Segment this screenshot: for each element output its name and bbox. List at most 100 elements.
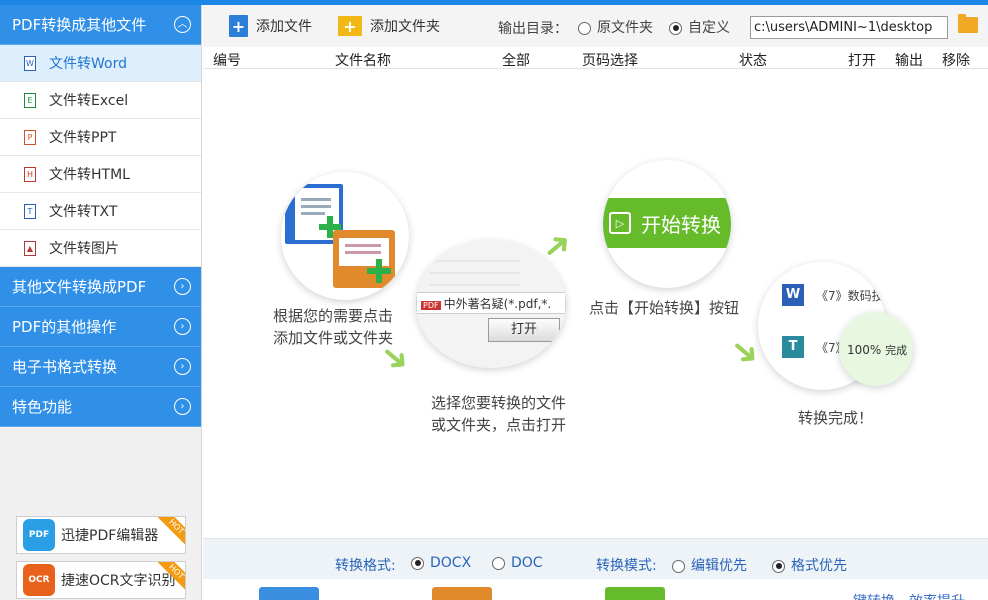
col-number: 编号 [213, 53, 241, 69]
sidebar-item-to-image[interactable]: ▲ 文件转图片 [0, 230, 201, 267]
sidebar-section-pdf-to-other[interactable]: PDF转换成其他文件 ︿ [0, 5, 201, 45]
sidebar-item-to-excel[interactable]: E 文件转Excel [0, 82, 201, 119]
promo-label: 迅捷PDF编辑器 [61, 528, 159, 544]
step1-line2: 添加文件或文件夹 [273, 329, 394, 347]
sidebar-item-label: 文件转图片 [49, 241, 119, 257]
promo-ocr[interactable]: OCR 捷速OCR文字识别 HOT [16, 561, 186, 599]
pdf-file-icon: PDF [421, 301, 441, 310]
mode-edit-radio[interactable]: 编辑优先 [672, 555, 747, 575]
browse-folder-icon[interactable] [958, 14, 978, 33]
col-output: 输出 [895, 53, 923, 69]
sidebar-section-pdf-other-ops[interactable]: PDF的其他操作 › [0, 307, 201, 347]
sidebar-item-label: 文件转Word [49, 56, 127, 72]
format-label: 转换格式: [335, 558, 396, 574]
sidebar-item-label: 文件转Excel [49, 93, 129, 109]
add-file-icon: + [229, 15, 248, 37]
col-filename: 文件名称 [335, 53, 391, 69]
dialog-filename: PDF 中外著名疑(*.pdf,*. [416, 292, 566, 314]
sidebar-section-ebook[interactable]: 电子书格式转换 › [0, 347, 201, 387]
promo-pdf-editor[interactable]: PDF 迅捷PDF编辑器 HOT [16, 516, 186, 554]
col-all[interactable]: 全部 [502, 50, 530, 70]
col-open: 打开 [848, 53, 876, 69]
sidebar-item-label: 文件转PPT [49, 130, 117, 146]
banner-convert-icon [605, 587, 665, 600]
sidebar-item-to-txt[interactable]: T 文件转TXT [0, 193, 201, 230]
start-button-text: 开始转换 [641, 212, 721, 237]
output-path-input[interactable] [750, 16, 948, 39]
add-folder-icon: + [338, 16, 362, 36]
step4-text: 转换完成！ [798, 409, 874, 427]
ocr-logo-icon: OCR [23, 564, 55, 596]
section-label: 电子书格式转换 [12, 358, 118, 376]
radio-icon [672, 559, 685, 573]
section-label: PDF转换成其他文件 [12, 16, 147, 34]
result-row1: 《7》数码技 [816, 289, 884, 303]
radio-icon [578, 21, 591, 35]
chevron-right-icon: › [174, 318, 191, 335]
step2-line2: 或文件夹，点击打开 [431, 416, 567, 434]
sidebar-item-label: 文件转HTML [49, 167, 130, 183]
txt-file-icon: T [24, 203, 36, 219]
add-file-button[interactable]: + 添加文件 [229, 15, 312, 37]
dialog-file-text: 中外著名疑 [443, 297, 504, 311]
sidebar-section-other-to-pdf[interactable]: 其他文件转换成PDF › [0, 267, 201, 307]
sidebar-item-to-html[interactable]: H 文件转HTML [0, 156, 201, 193]
banner-folder-icon [432, 587, 492, 600]
chevron-up-icon: ︿ [174, 16, 191, 33]
mode-format-radio[interactable]: 格式优先 [772, 555, 847, 575]
step3-text: 点击【开始转换】按钮 [589, 299, 740, 317]
progress-text: 100% 完成 [847, 342, 907, 358]
step2-illustration: PDF 中外著名疑(*.pdf,*. 打开 [416, 240, 566, 368]
col-status: 状态 [739, 53, 767, 69]
section-label: PDF的其他操作 [12, 318, 117, 336]
radio-label: 自定义 [688, 20, 730, 36]
format-doc-radio[interactable]: DOC [492, 555, 543, 571]
add-files-icon [285, 184, 395, 288]
word-file-icon: W [24, 55, 36, 71]
promo-label: 捷速OCR文字识别 [61, 573, 176, 589]
file-list-area[interactable]: 根据您的需要点击 添加文件或文件夹 ➜ PDF 中外著名疑(*.pdf,*. 打开… [203, 70, 988, 538]
hot-badge: HOT [155, 517, 185, 548]
start-convert-button-image: ▷ 开始转换 [603, 198, 731, 248]
radio-source-folder[interactable]: 原文件夹 [578, 17, 653, 37]
format-docx-radio[interactable]: DOCX [411, 555, 471, 571]
app-window: PDF转换成其他文件 ︿ W 文件转Word E 文件转Excel P 文件转P… [0, 0, 988, 600]
dialog-filter-text: (*.pdf,*. [503, 297, 552, 311]
section-label: 其他文件转换成PDF [12, 278, 147, 296]
txt-icon: T [782, 336, 804, 358]
col-remove: 移除 [942, 53, 970, 69]
dialog-open-button: 打开 [488, 318, 560, 342]
radio-icon [492, 556, 505, 570]
chevron-right-icon: › [174, 358, 191, 375]
step1-line1: 根据您的需要点击 [273, 307, 394, 325]
chevron-right-icon: › [174, 398, 191, 415]
word-icon: W [782, 284, 804, 306]
options-bar: 转换格式: DOCX DOC 转换模式: 编辑优先 格式优先 键转换，效率提升 [203, 538, 988, 600]
step1-text: 根据您的需要点击 添加文件或文件夹 [273, 305, 393, 349]
progress-status: 完成 [885, 344, 908, 357]
pdf-editor-logo-icon: PDF [23, 519, 55, 551]
col-page-select: 页码选择 [582, 53, 638, 69]
image-file-icon: ▲ [24, 240, 36, 256]
radio-custom-folder[interactable]: 自定义 [669, 17, 730, 37]
step1-illustration [281, 172, 409, 300]
radio-label: DOC [511, 555, 543, 571]
html-file-icon: H [24, 166, 36, 182]
sidebar-item-label: 文件转TXT [49, 204, 118, 220]
file-table-header: 编号 文件名称 全部 页码选择 状态 打开 输出 移除 [203, 47, 988, 69]
play-icon: ▷ [609, 212, 631, 234]
progress-circle: 100% 完成 [839, 312, 913, 386]
chevron-right-icon: › [174, 278, 191, 295]
file-dialog: PDF 中外著名疑(*.pdf,*. 打开 [416, 240, 566, 368]
sidebar-section-features[interactable]: 特色功能 › [0, 387, 201, 427]
banner-word-icon [259, 587, 319, 600]
sidebar-item-to-ppt[interactable]: P 文件转PPT [0, 119, 201, 156]
ppt-file-icon: P [24, 129, 36, 145]
add-folder-button[interactable]: + 添加文件夹 [338, 16, 440, 36]
output-dir-label: 输出目录： [498, 21, 568, 37]
radio-label: 格式优先 [791, 558, 847, 574]
sidebar-item-to-word[interactable]: W 文件转Word [0, 45, 201, 82]
add-folder-label: 添加文件夹 [370, 19, 440, 35]
radio-icon [669, 21, 682, 35]
folder-list [430, 250, 520, 296]
